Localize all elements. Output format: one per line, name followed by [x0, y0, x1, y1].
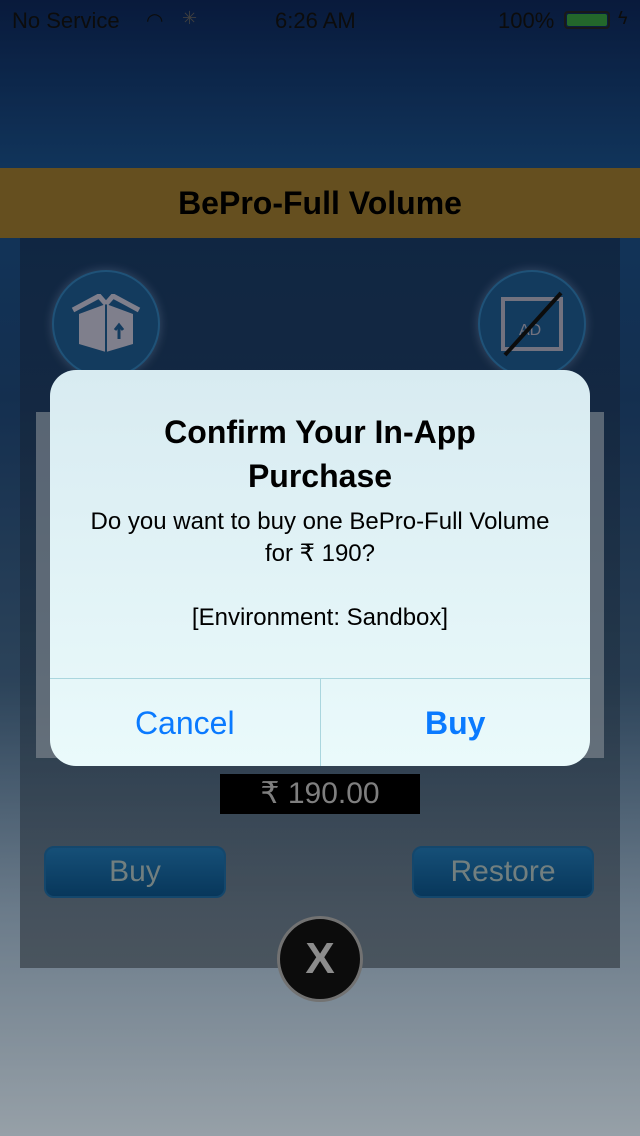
cancel-button[interactable]: Cancel: [50, 679, 320, 766]
confirm-buy-button[interactable]: Buy: [319, 679, 591, 766]
dialog-title: Confirm Your In-App Purchase: [164, 414, 476, 494]
dialog-message: Do you want to buy one BePro-Full Volume…: [90, 508, 550, 567]
dialog-environment: [Environment: Sandbox]: [191, 604, 449, 631]
purchase-confirm-dialog: Confirm Your In-App Purchase Do you want…: [50, 370, 590, 766]
